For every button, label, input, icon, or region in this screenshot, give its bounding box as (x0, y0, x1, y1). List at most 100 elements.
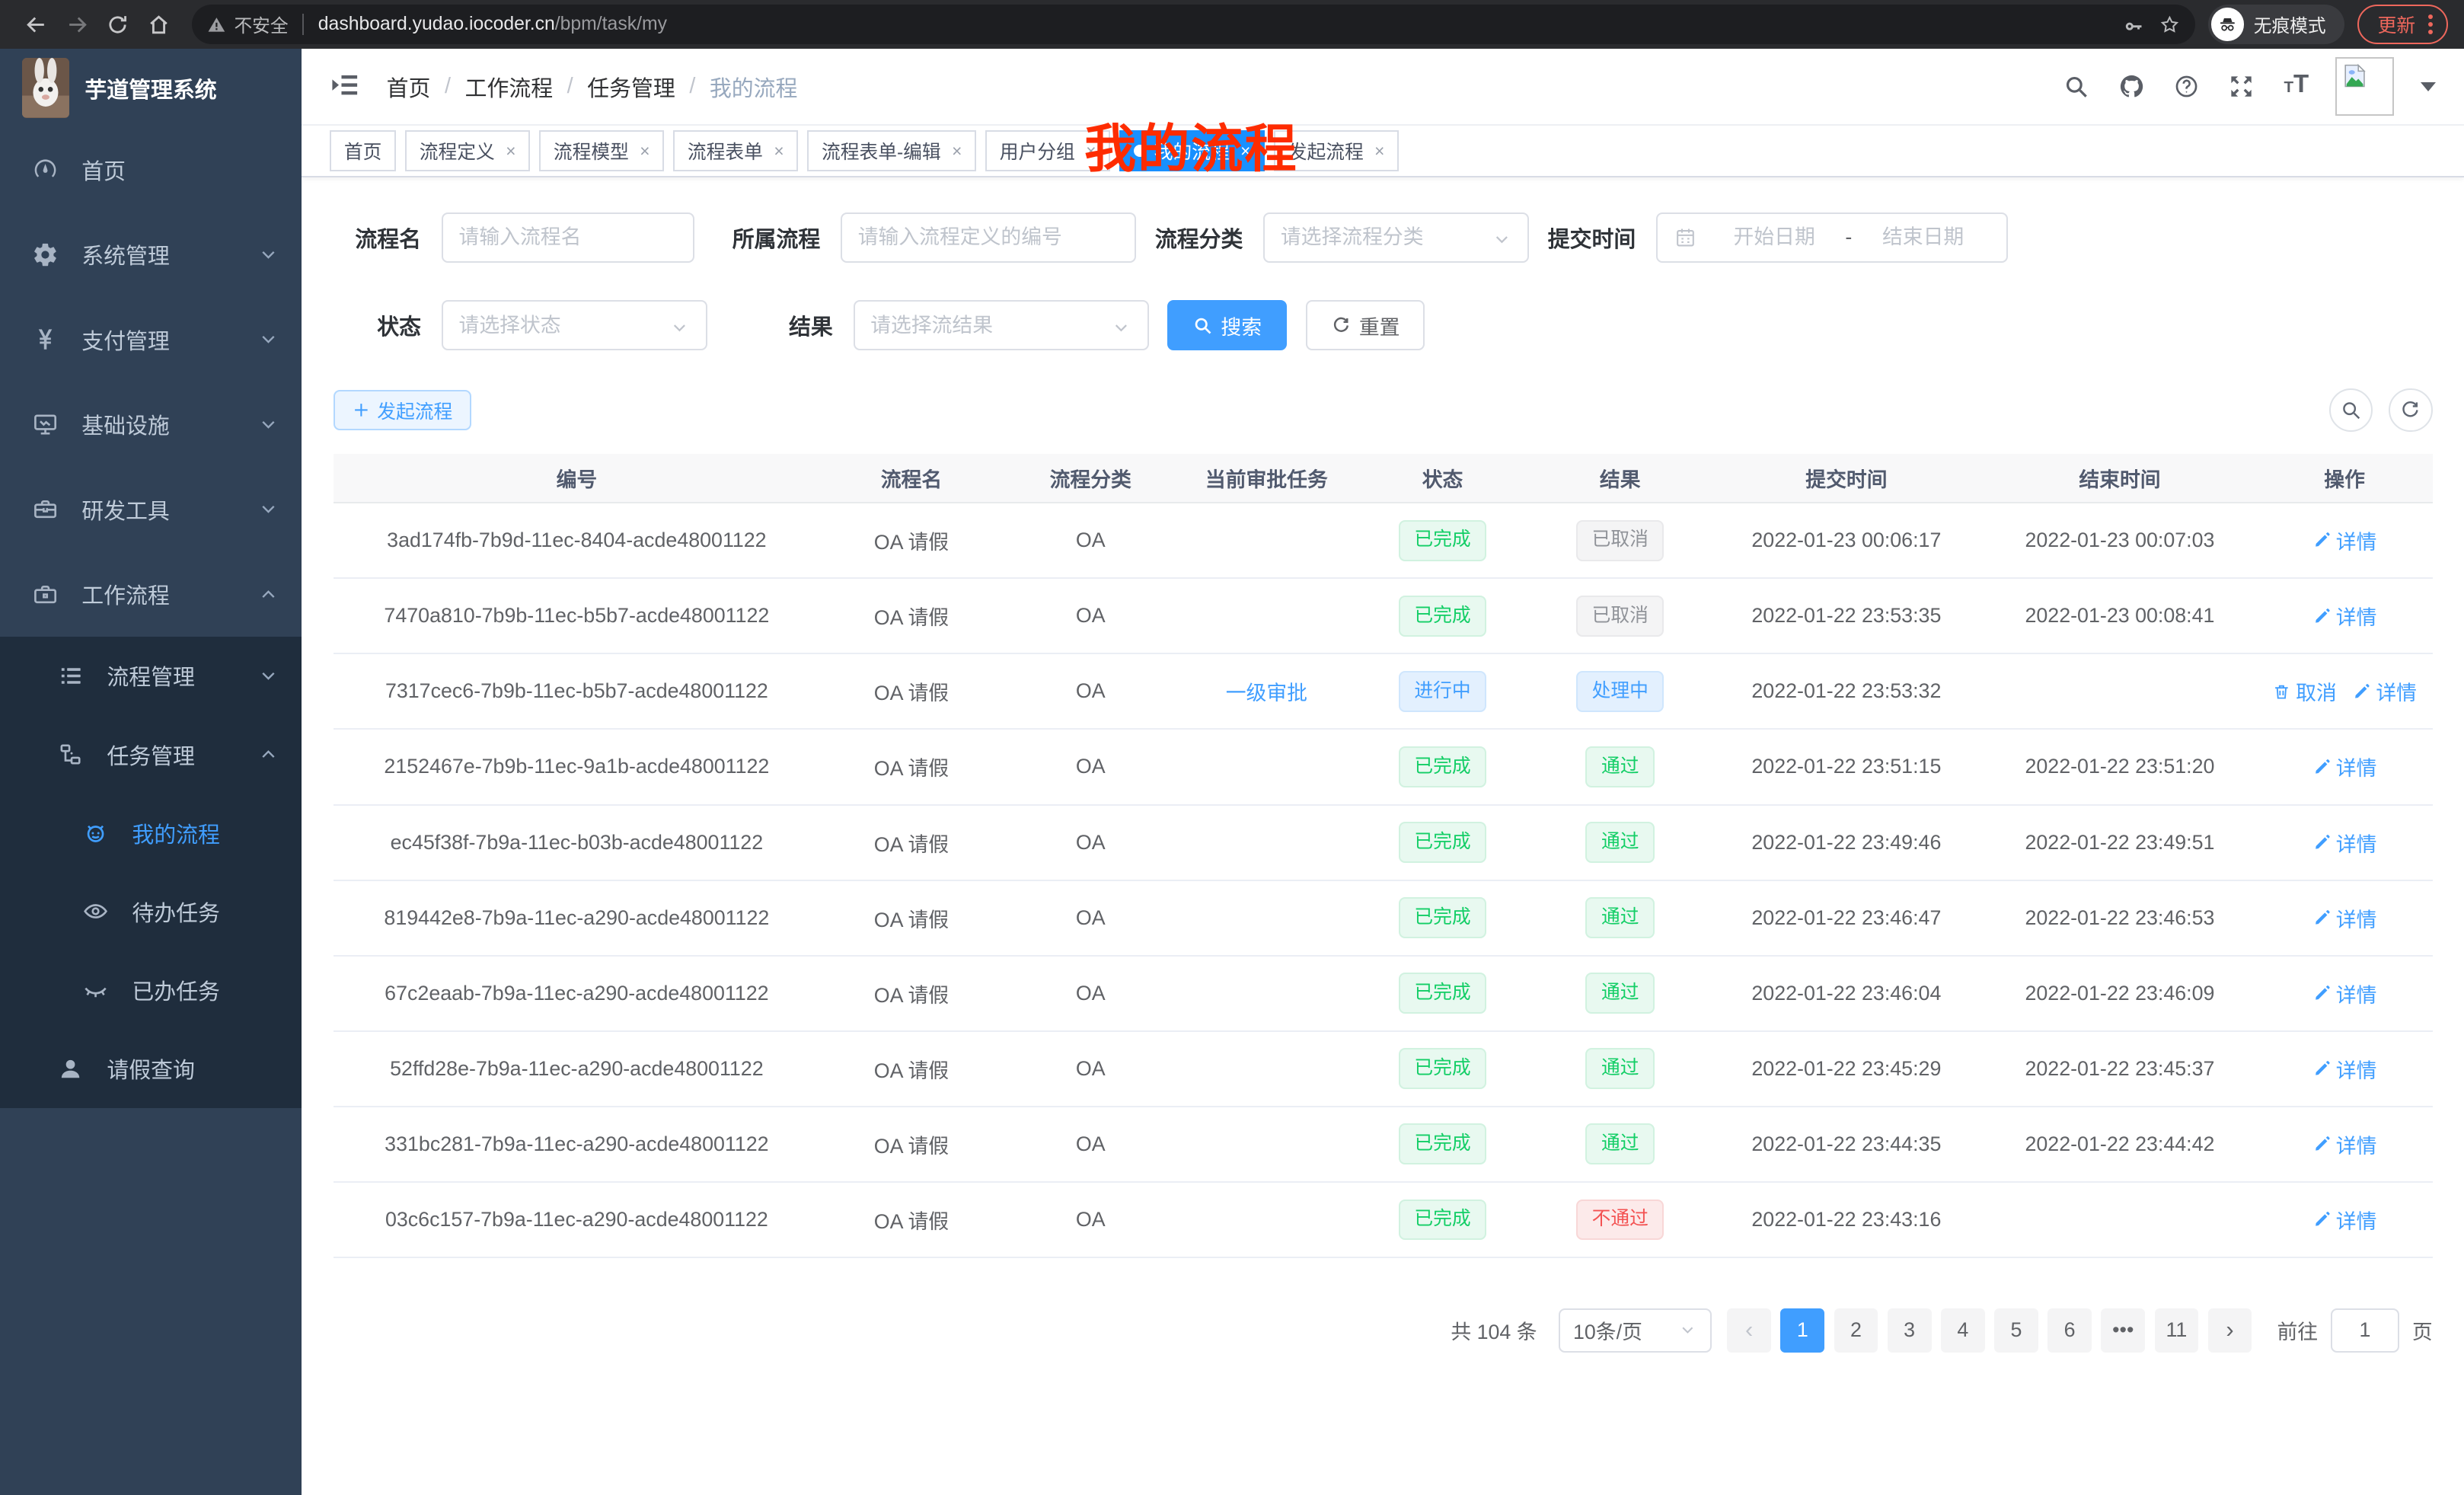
forward-icon[interactable] (56, 4, 97, 45)
page-size-select[interactable]: 10条/页 (1559, 1308, 1711, 1353)
help-icon[interactable] (2171, 71, 2202, 102)
avatar-dropdown-icon[interactable] (2421, 82, 2436, 91)
sidebar-item-payment[interactable]: 支付管理 (0, 297, 302, 382)
browser-update-button[interactable]: 更新 (2357, 5, 2449, 44)
create-process-button[interactable]: 发起流程 (334, 390, 471, 431)
home-icon[interactable] (139, 4, 180, 45)
breadcrumb-item[interactable]: 任务管理 (587, 71, 675, 103)
detail-link[interactable]: 详情 (2312, 1054, 2377, 1084)
sidebar-item-system[interactable]: 系统管理 (0, 212, 302, 297)
sidebar-item-todo-tasks[interactable]: 待办任务 (0, 872, 302, 950)
submit-time-range-picker[interactable]: - (1656, 212, 2008, 263)
page-button-3[interactable]: 3 (1888, 1308, 1932, 1353)
category-select[interactable] (1263, 212, 1529, 263)
sidebar-item-workflow[interactable]: 工作流程 (0, 551, 302, 636)
key-icon[interactable] (2124, 14, 2144, 35)
detail-link[interactable]: 详情 (2312, 1129, 2377, 1159)
edit-icon (2312, 531, 2332, 550)
chevron-down-icon (1111, 315, 1131, 336)
tab-process-definition[interactable]: 流程定义× (405, 130, 530, 171)
start-date-input[interactable] (1706, 225, 1842, 249)
page-button-4[interactable]: 4 (1941, 1308, 1985, 1353)
active-tab-dot (1134, 145, 1147, 158)
next-page-button[interactable]: › (2208, 1308, 2252, 1353)
reset-button[interactable]: 重置 (1306, 300, 1425, 350)
detail-link[interactable]: 详情 (2312, 828, 2377, 858)
tab-process-model[interactable]: 流程模型× (539, 130, 664, 171)
font-size-icon[interactable]: TT (2280, 71, 2312, 102)
refresh-table-button[interactable] (2389, 388, 2433, 433)
goto-suffix: 页 (2412, 1315, 2433, 1345)
chevron-down-icon (257, 328, 279, 350)
sidebar-item-process-mgmt[interactable]: 流程管理 (0, 637, 302, 715)
close-tab-icon[interactable]: × (1374, 141, 1384, 161)
sidebar-item-label: 系统管理 (81, 238, 257, 270)
close-tab-icon[interactable]: × (952, 141, 962, 161)
parent-process-input[interactable] (841, 212, 1136, 263)
task-link[interactable]: 一级审批 (1226, 676, 1307, 706)
goto-page-input[interactable] (2331, 1308, 2400, 1353)
detail-link[interactable]: 详情 (2312, 601, 2377, 631)
hamburger-icon[interactable] (330, 69, 364, 104)
tab-process-form[interactable]: 流程表单× (673, 130, 798, 171)
cancel-link[interactable]: 取消 (2272, 676, 2337, 706)
app-logo[interactable]: 芋道管理系统 (0, 49, 302, 127)
show-search-button[interactable] (2329, 388, 2373, 433)
divider (302, 14, 304, 36)
fullscreen-icon[interactable] (2226, 71, 2257, 102)
tab-my-process[interactable]: 我的流程× (1119, 130, 1265, 171)
page-button-6[interactable]: 6 (2047, 1308, 2092, 1353)
detail-link[interactable]: 详情 (2312, 1205, 2377, 1235)
avatar[interactable] (2335, 57, 2393, 115)
end-date-input[interactable] (1855, 225, 1990, 249)
sidebar-item-label: 首页 (81, 154, 279, 186)
detail-link[interactable]: 详情 (2312, 903, 2377, 933)
reload-icon[interactable] (97, 4, 139, 45)
tab-start-process[interactable]: 发起流程× (1274, 130, 1399, 171)
back-icon[interactable] (16, 4, 57, 45)
status-select[interactable] (442, 300, 707, 350)
app-header: 首页/工作流程/任务管理/我的流程 TT (302, 49, 2464, 126)
tab-home[interactable]: 首页 (330, 130, 396, 171)
sidebar-item-home[interactable]: 首页 (0, 127, 302, 212)
security-indicator[interactable]: 不安全 (207, 11, 288, 37)
detail-link[interactable]: 详情 (2352, 676, 2417, 706)
process-name-input[interactable] (442, 212, 694, 263)
tab-process-form-edit[interactable]: 流程表单-编辑× (807, 130, 975, 171)
address-bar[interactable]: 不安全 dashboard.yudao.iocoder.cn/bpm/task/… (192, 5, 2196, 44)
close-tab-icon[interactable]: × (1086, 141, 1096, 161)
page-button-2[interactable]: 2 (1834, 1308, 1878, 1353)
detail-link[interactable]: 详情 (2312, 525, 2377, 555)
search-icon[interactable] (2060, 71, 2092, 102)
detail-link[interactable]: 详情 (2312, 752, 2377, 781)
cell-id: 3ad174fb-7b9d-11ec-8404-acde48001122 (334, 503, 821, 578)
github-icon[interactable] (2116, 71, 2147, 102)
more-pages-button[interactable]: ••• (2101, 1308, 2145, 1353)
sidebar-item-dev-tools[interactable]: 研发工具 (0, 467, 302, 551)
prev-page-button[interactable]: ‹ (1727, 1308, 1771, 1353)
pagination: 共 104 条 10条/页 ‹123456•••11› 前往 页 (334, 1308, 2433, 1353)
search-button[interactable]: 搜索 (1167, 300, 1287, 350)
close-tab-icon[interactable]: × (1240, 141, 1250, 161)
page-button-11[interactable]: 11 (2155, 1308, 2199, 1353)
close-tab-icon[interactable]: × (640, 141, 650, 161)
page-button-1[interactable]: 1 (1780, 1308, 1824, 1353)
close-tab-icon[interactable]: × (774, 141, 784, 161)
sidebar-item-done-tasks[interactable]: 已办任务 (0, 951, 302, 1030)
browser-menu-icon[interactable] (2428, 14, 2433, 35)
sidebar-item-infrastructure[interactable]: 基础设施 (0, 382, 302, 466)
detail-link[interactable]: 详情 (2312, 979, 2377, 1008)
tab-user-group[interactable]: 用户分组× (985, 130, 1110, 171)
breadcrumb-item[interactable]: 工作流程 (465, 71, 554, 103)
result-select[interactable] (854, 300, 1149, 350)
sidebar-item-my-process[interactable]: 我的流程 (0, 794, 302, 872)
cell-id: 52ffd28e-7b9a-11ec-a290-acde48001122 (334, 1031, 821, 1107)
page-button-5[interactable]: 5 (1994, 1308, 2038, 1353)
toolbox-icon (31, 495, 59, 523)
close-tab-icon[interactable]: × (506, 141, 515, 161)
breadcrumb-item[interactable]: 首页 (387, 71, 431, 103)
sidebar-item-leave-query[interactable]: 请假查询 (0, 1030, 302, 1108)
table-row: 7317cec6-7b9b-11ec-b5b7-acde48001122OA 请… (334, 653, 2433, 729)
bookmark-star-icon[interactable] (2159, 14, 2180, 35)
sidebar-item-task-mgmt[interactable]: 任务管理 (0, 715, 302, 794)
